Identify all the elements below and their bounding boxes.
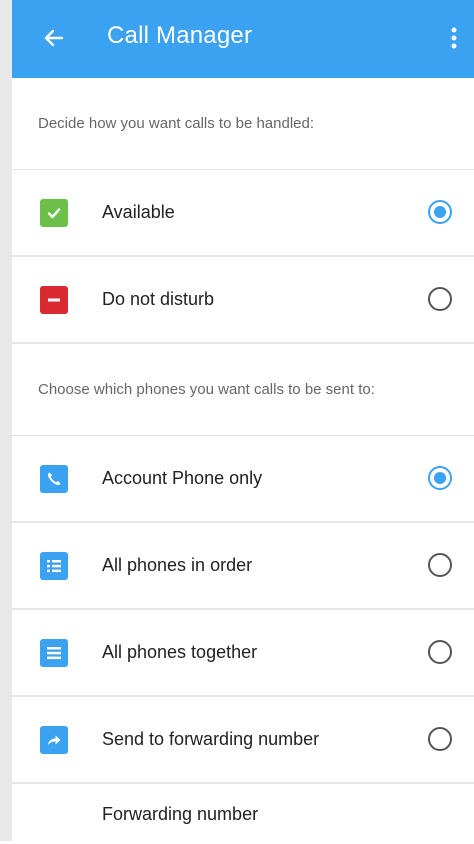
- option-label: Account Phone only: [102, 468, 263, 488]
- radio-send-to-forwarding-number[interactable]: [428, 727, 452, 751]
- option-label: Send to forwarding number: [102, 729, 320, 749]
- page-title: Call Manager: [107, 22, 253, 49]
- option-all-phones-together[interactable]: All phones together: [12, 610, 474, 697]
- forward-arrow-icon: [40, 726, 68, 754]
- option-account-phone-only[interactable]: Account Phone only: [12, 436, 474, 523]
- arrow-left-icon: [44, 29, 64, 47]
- radio-all-phones-in-order[interactable]: [428, 553, 452, 577]
- list-icon: [40, 639, 68, 667]
- option-label: All phones in order: [102, 555, 253, 575]
- call-manager-content: Decide how you want calls to be handled:…: [12, 78, 474, 844]
- routing-section-header: Choose which phones you want calls to be…: [12, 344, 474, 436]
- app-bar: Call Manager: [12, 0, 474, 78]
- option-label: Available: [102, 202, 175, 222]
- forwarding-number-label: Forwarding number: [102, 803, 259, 824]
- more-vertical-icon: [451, 27, 457, 49]
- check-icon: [40, 199, 68, 227]
- minus-icon: [40, 286, 68, 314]
- option-send-to-forwarding-number[interactable]: Send to forwarding number: [12, 697, 474, 784]
- more-options-button[interactable]: [440, 20, 468, 56]
- handling-section-header: Decide how you want calls to be handled:: [12, 78, 474, 170]
- option-label: All phones together: [102, 642, 258, 662]
- option-label: Do not disturb: [102, 289, 215, 309]
- option-do-not-disturb[interactable]: Do not disturb: [12, 257, 474, 344]
- radio-all-phones-together[interactable]: [428, 640, 452, 664]
- option-available[interactable]: Available: [12, 170, 474, 257]
- radio-account-phone-only[interactable]: [428, 466, 452, 490]
- phone-icon: [40, 465, 68, 493]
- left-edge-gutter: [0, 0, 12, 841]
- radio-available[interactable]: [428, 200, 452, 224]
- option-all-phones-in-order[interactable]: All phones in order: [12, 523, 474, 610]
- back-button[interactable]: [36, 20, 72, 56]
- radio-do-not-disturb[interactable]: [428, 287, 452, 311]
- ordered-list-icon: [40, 552, 68, 580]
- forwarding-number-row[interactable]: Forwarding number: [12, 784, 474, 844]
